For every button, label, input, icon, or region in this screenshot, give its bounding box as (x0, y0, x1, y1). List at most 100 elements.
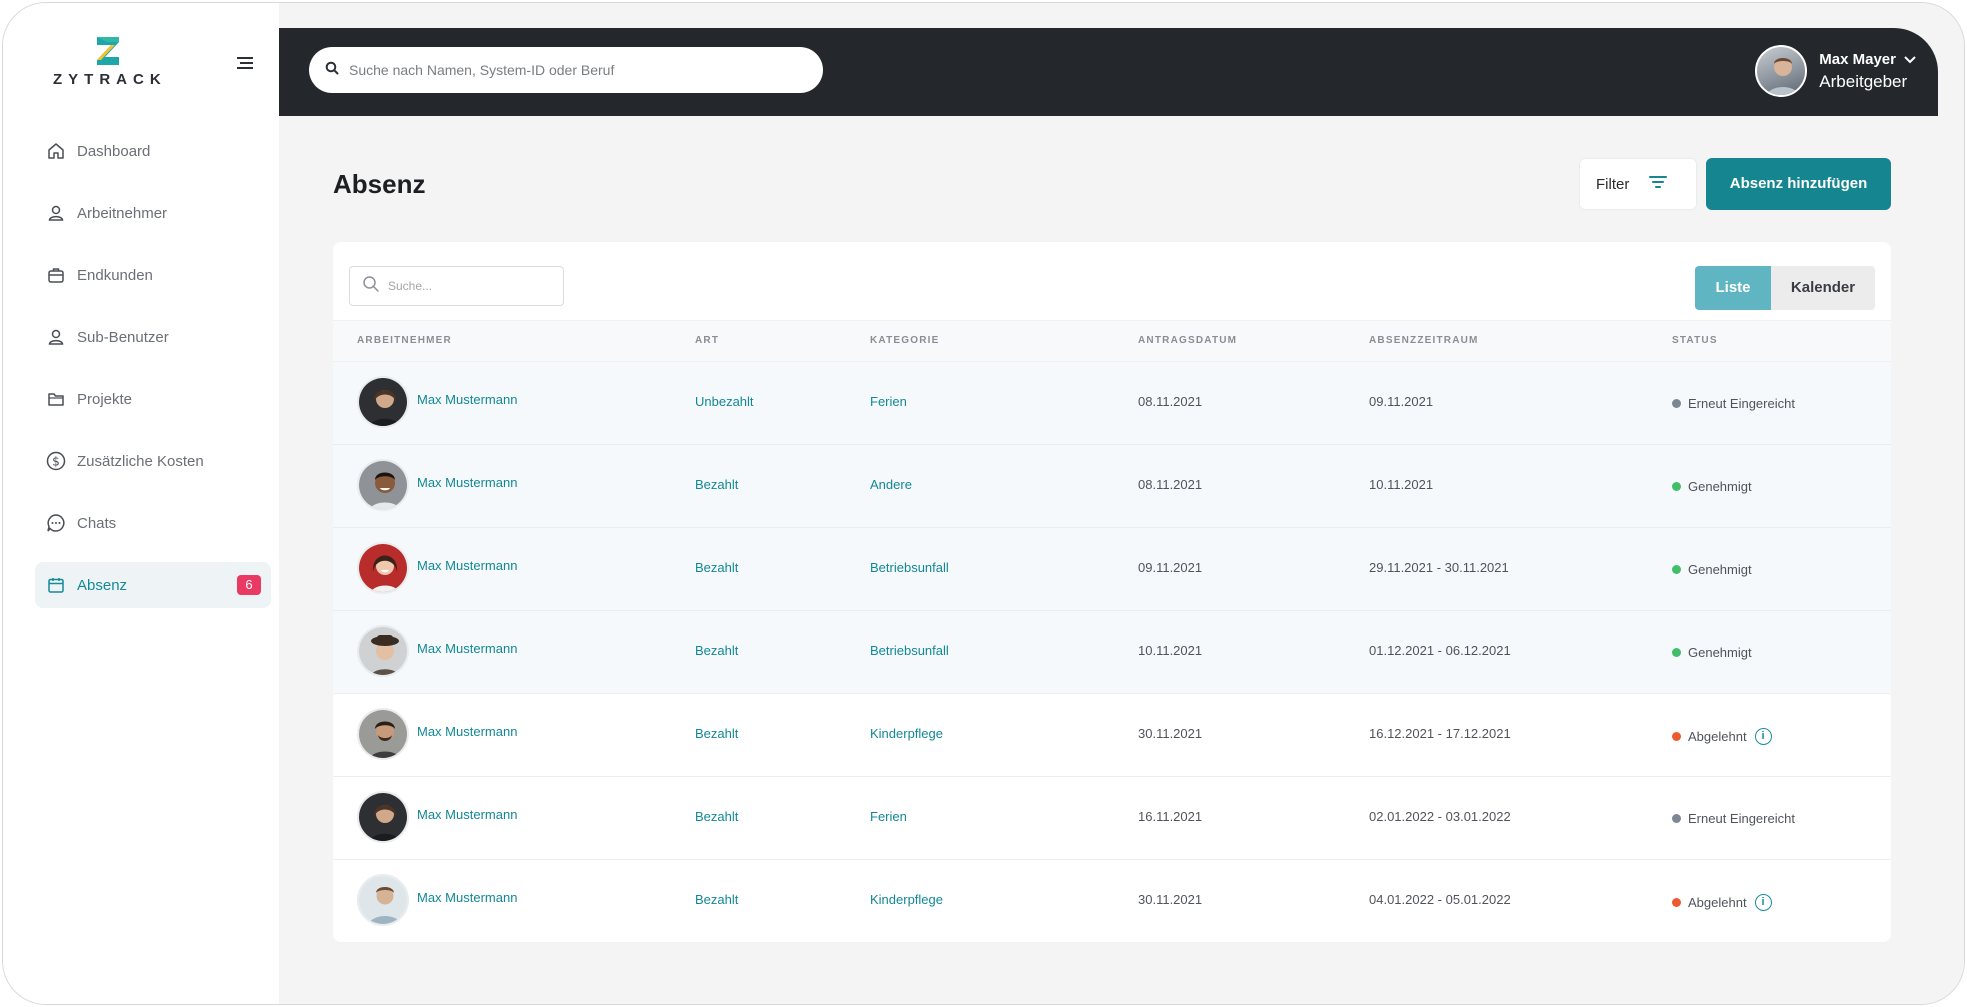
column-header-arbeitnehmer[interactable]: ARBEITNEHMER (357, 335, 452, 346)
employee-name-link[interactable]: Max Mustermann (417, 558, 517, 573)
table-row[interactable]: Max Mustermann Bezahlt Kinderpflege 30.1… (333, 694, 1891, 777)
avatar (357, 625, 409, 677)
filter-button[interactable]: Filter (1579, 158, 1697, 210)
kategorie-cell: Ferien (870, 809, 907, 824)
antragsdatum-cell: 08.11.2021 (1138, 394, 1203, 409)
sidebar-item-label: Dashboard (77, 142, 151, 160)
kategorie-cell: Ferien (870, 394, 907, 409)
avatar (357, 791, 409, 843)
view-calendar-button[interactable]: Kalender (1771, 266, 1875, 310)
employee-name-link[interactable]: Max Mustermann (417, 641, 517, 656)
sidebar-item-label: Sub-Benutzer (77, 328, 169, 346)
employee-name-link[interactable]: Max Mustermann (417, 890, 517, 905)
table-search[interactable] (349, 266, 564, 306)
status-label: Erneut Eingereicht (1688, 396, 1795, 411)
add-absence-button[interactable]: Absenz hinzufügen (1706, 158, 1891, 210)
table-row[interactable]: Max Mustermann Bezahlt Betriebsunfall 09… (333, 528, 1891, 611)
page-title: Absenz (333, 169, 426, 199)
table-row[interactable]: Max Mustermann Unbezahlt Ferien 08.11.20… (333, 362, 1891, 445)
column-header-absenzzeitraum[interactable]: ABSENZZEITRAUM (1369, 335, 1479, 346)
status-label: Abgelehnt (1688, 729, 1747, 744)
kategorie-cell: Andere (870, 477, 912, 492)
status-badge: Genehmigt (1672, 479, 1752, 494)
app-window: ZYTRACK Dashboard Arbeitnehmer Endkunden… (2, 2, 1965, 1005)
sidebar-item-absenz[interactable]: Absenz 6 (35, 562, 271, 608)
table-row[interactable]: Max Mustermann Bezahlt Kinderpflege 30.1… (333, 860, 1891, 942)
briefcase-icon (45, 264, 67, 286)
view-list-button[interactable]: Liste (1695, 266, 1771, 310)
status-dot (1672, 898, 1681, 907)
sidebar-item-arbeitnehmer[interactable]: Arbeitnehmer (35, 190, 271, 236)
column-header-antragsdatum[interactable]: ANTRAGSDATUM (1138, 335, 1237, 346)
antragsdatum-cell: 30.11.2021 (1138, 726, 1203, 741)
sidebar-item-label: Chats (77, 514, 117, 532)
absence-table-card: Liste Kalender ARBEITNEHMER ART KATEGORI… (333, 242, 1891, 942)
zytrack-logo-icon (97, 37, 119, 65)
art-cell: Bezahlt (695, 726, 739, 741)
sidebar-item-label: Endkunden (77, 266, 153, 284)
sidebar-item-projekte[interactable]: Projekte (35, 376, 271, 422)
sidebar-item-sub-benutzer[interactable]: Sub-Benutzer (35, 314, 271, 360)
info-icon[interactable]: i (1754, 728, 1772, 745)
sidebar: ZYTRACK Dashboard Arbeitnehmer Endkunden… (3, 3, 279, 1004)
search-icon (325, 61, 339, 80)
user-menu[interactable]: Max Mayer Arbeitgeber (1755, 45, 1916, 97)
sidebar-item-endkunden[interactable]: Endkunden (35, 252, 271, 298)
info-icon[interactable]: i (1754, 894, 1772, 911)
absenzzeitraum-cell: 10.11.2021 (1369, 477, 1434, 492)
main-content: Max Mayer Arbeitgeber Absenz Filter Abse… (279, 3, 1964, 1004)
employee-name-link[interactable]: Max Mustermann (417, 807, 517, 822)
employee-name-link[interactable]: Max Mustermann (417, 475, 517, 490)
user-name: Max Mayer (1819, 50, 1896, 68)
table-row[interactable]: Max Mustermann Bezahlt Betriebsunfall 10… (333, 611, 1891, 694)
art-cell: Unbezahlt (695, 394, 754, 409)
status-dot (1672, 648, 1681, 657)
user-role: Arbeitgeber (1819, 71, 1908, 91)
absenz-count-badge: 6 (237, 575, 261, 595)
avatar (357, 376, 409, 428)
antragsdatum-cell: 16.11.2021 (1138, 809, 1203, 824)
absenzzeitraum-cell: 29.11.2021 - 30.11.2021 (1369, 560, 1509, 575)
table-row[interactable]: Max Mustermann Bezahlt Andere 08.11.2021… (333, 445, 1891, 528)
home-icon (45, 140, 67, 162)
column-header-kategorie[interactable]: KATEGORIE (870, 335, 940, 346)
status-dot (1672, 565, 1681, 574)
table-header: ARBEITNEHMER ART KATEGORIE ANTRAGSDATUM … (333, 320, 1891, 362)
art-cell: Bezahlt (695, 892, 739, 907)
menu-toggle-icon[interactable] (235, 55, 257, 73)
chevron-down-icon[interactable] (1904, 51, 1916, 68)
brand-logo[interactable]: ZYTRACK (53, 35, 163, 88)
employee-name-link[interactable]: Max Mustermann (417, 392, 517, 407)
absenzzeitraum-cell: 16.12.2021 - 17.12.2021 (1369, 726, 1511, 741)
sidebar-item-dashboard[interactable]: Dashboard (35, 128, 271, 174)
column-header-art[interactable]: ART (695, 335, 719, 346)
table-search-input[interactable] (388, 279, 548, 293)
kategorie-cell: Kinderpflege (870, 726, 943, 741)
sidebar-nav: Dashboard Arbeitnehmer Endkunden Sub-Ben… (35, 128, 271, 624)
art-cell: Bezahlt (695, 560, 739, 575)
art-cell: Bezahlt (695, 643, 739, 658)
employee-name-link[interactable]: Max Mustermann (417, 724, 517, 739)
antragsdatum-cell: 09.11.2021 (1138, 560, 1203, 575)
status-dot (1672, 814, 1681, 823)
avatar (357, 874, 409, 926)
art-cell: Bezahlt (695, 477, 739, 492)
avatar (357, 708, 409, 760)
status-dot (1672, 732, 1681, 741)
global-search-input[interactable] (349, 62, 789, 78)
sidebar-item-zusaetzliche-kosten[interactable]: $ Zusätzliche Kosten (35, 438, 271, 484)
user-outline-icon (45, 326, 67, 348)
status-label: Genehmigt (1688, 645, 1752, 660)
absenzzeitraum-cell: 04.01.2022 - 05.01.2022 (1369, 892, 1511, 907)
sidebar-item-label: Zusätzliche Kosten (77, 452, 204, 470)
column-header-status[interactable]: STATUS (1672, 335, 1718, 346)
antragsdatum-cell: 30.11.2021 (1138, 892, 1203, 907)
sidebar-item-chats[interactable]: Chats (35, 500, 271, 546)
status-label: Erneut Eingereicht (1688, 811, 1795, 826)
global-search[interactable] (309, 47, 823, 93)
sidebar-item-label: Absenz (77, 576, 128, 594)
status-dot (1672, 482, 1681, 491)
table-row[interactable]: Max Mustermann Bezahlt Ferien 16.11.2021… (333, 777, 1891, 860)
kategorie-cell: Betriebsunfall (870, 560, 949, 575)
svg-text:$: $ (52, 455, 60, 469)
